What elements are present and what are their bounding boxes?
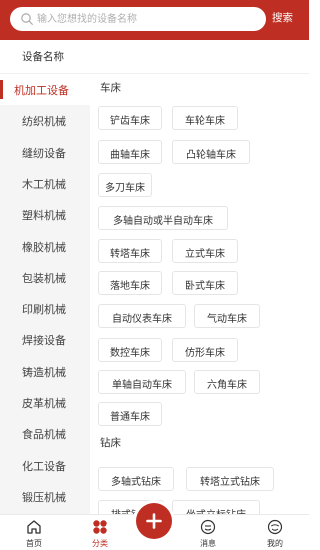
equipment-tag[interactable]: 立式车床 (172, 239, 238, 263)
equipment-tag-label: 凸轮轴车床 (186, 150, 236, 161)
tab-category[interactable]: 分类 (70, 515, 130, 550)
equipment-tag[interactable]: 铲齿车床 (98, 106, 162, 130)
equipment-tag-label: 仿形车床 (185, 348, 225, 359)
sidebar-item-label: 纺织机械 (22, 115, 66, 129)
tab-profile[interactable]: 我的 (245, 515, 305, 550)
search-header: 搜索 (0, 0, 309, 40)
equipment-tag-label: 转塔立式钻床 (200, 477, 260, 488)
sidebar-item[interactable]: 纺织机械 (0, 105, 90, 136)
equipment-tag-label: 转塔车床 (110, 249, 150, 260)
sidebar-item[interactable]: 印刷机械 (0, 293, 90, 324)
sidebar-item-label: 木工机械 (22, 177, 66, 191)
equipment-tag[interactable]: 六角车床 (194, 370, 260, 394)
equipment-tag-label: 普通车床 (110, 412, 150, 423)
sidebar-item[interactable]: 铸造机械 (0, 356, 90, 387)
equipment-tag[interactable]: 多轴自动或半自动车床 (98, 206, 228, 230)
sidebar-item[interactable]: 焊接设备 (0, 324, 90, 355)
equipment-tag[interactable]: 曲轴车床 (98, 140, 162, 164)
sidebar-item-label: 锻压机械 (22, 490, 66, 504)
sidebar-item[interactable]: 木工机械 (0, 168, 90, 199)
equipment-tag[interactable]: 凸轮轴车床 (172, 140, 250, 164)
tab-message-label: 消息 (200, 539, 216, 548)
sidebar-item[interactable]: 包装机械 (0, 262, 90, 293)
tab-home[interactable]: 首页 (4, 515, 64, 550)
tab-category-label: 分类 (92, 539, 108, 548)
equipment-tag-label: 自动仪表车床 (112, 314, 172, 325)
equipment-tag-label: 气动车床 (207, 314, 247, 325)
equipment-tag-label: 车轮车床 (185, 116, 225, 127)
search-icon (21, 13, 33, 25)
equipment-tag-label: 坐式立标钻床 (173, 506, 259, 514)
sidebar-item-label: 化工设备 (22, 459, 66, 473)
sidebar-item-label: 机加工设备 (14, 84, 69, 97)
equipment-tag[interactable]: 落地车床 (98, 271, 162, 295)
sidebar-item[interactable]: 机加工设备 (0, 74, 90, 105)
equipment-tag-label: 单轴自动车床 (112, 380, 172, 391)
equipment-tag-label: 卧式车床 (185, 281, 225, 292)
section-title-bar: 设备名称 (0, 40, 309, 74)
sidebar-item[interactable]: 食品机械 (0, 418, 90, 449)
equipment-tag-label: 六角车床 (207, 380, 247, 391)
category-sidebar: 机加工设备纺织机械缝纫设备木工机械塑料机械橡胶机械包装机械印刷机械焊接设备铸造机… (0, 74, 90, 514)
sidebar-item-label: 皮革机械 (22, 397, 66, 410)
sidebar-item-label: 印刷机械 (22, 303, 66, 317)
sidebar-item-label: 食品机械 (22, 428, 66, 442)
home-icon (27, 520, 41, 534)
equipment-tag[interactable]: 多刀车床 (98, 173, 152, 197)
equipment-tag-label: 曲轴车床 (110, 150, 150, 161)
sidebar-item-label: 塑料机械 (22, 209, 66, 223)
tab-home-label: 首页 (26, 539, 42, 548)
sidebar-item[interactable]: 皮革机械 (0, 387, 90, 418)
search-box[interactable] (10, 7, 266, 31)
category-title: 钻床 (100, 437, 121, 449)
equipment-tag[interactable]: 单轴自动车床 (98, 370, 186, 394)
tab-message[interactable]: 消息 (178, 515, 238, 550)
search-input[interactable] (37, 7, 257, 31)
sidebar-item-label: 包装机械 (22, 271, 66, 285)
equipment-tag[interactable]: 多轴式钻床 (98, 467, 174, 491)
equipment-tag[interactable]: 车轮车床 (172, 106, 238, 130)
sidebar-item-label: 铸造机械 (22, 365, 66, 379)
plus-icon (146, 513, 162, 529)
sidebar-item[interactable]: 锻压机械 (0, 481, 90, 512)
equipment-tag-label: 多刀车床 (105, 183, 145, 194)
equipment-tag[interactable]: 自动仪表车床 (98, 304, 186, 328)
equipment-tag-label: 多轴自动或半自动车床 (113, 216, 213, 227)
equipment-tag[interactable]: 气动车床 (194, 304, 260, 328)
equipment-tag-label: 多轴式钻床 (111, 477, 161, 488)
message-icon (200, 519, 216, 535)
sidebar-item[interactable]: 橡胶机械 (0, 231, 90, 262)
category-icon (93, 520, 107, 534)
profile-icon (267, 519, 283, 535)
sidebar-item[interactable]: 缝纫设备 (0, 137, 90, 168)
sidebar-item[interactable]: 塑料机械 (0, 199, 90, 230)
equipment-tag[interactable]: 数控车床 (98, 338, 162, 362)
equipment-tag[interactable]: 转塔车床 (98, 239, 162, 263)
tab-profile-label: 我的 (267, 539, 283, 548)
sidebar-item-label: 橡胶机械 (22, 240, 66, 254)
equipment-tag-label: 数控车床 (110, 348, 150, 359)
sidebar-item[interactable]: 化工设备 (0, 450, 90, 481)
sidebar-item-label: 焊接设备 (22, 334, 66, 348)
equipment-tag-label: 铲齿车床 (110, 116, 150, 127)
equipment-tag[interactable]: 坐式立标钻床 (172, 500, 260, 514)
sidebar-item-label: 缝纫设备 (22, 146, 66, 160)
equipment-tag-label: 立式车床 (185, 249, 225, 260)
category-content: 车床铲齿车床 车轮车床曲轴车床 凸轮轴车床多刀车床多轴自动或半自动车床 转塔车床 立式车… (90, 74, 309, 514)
equipment-tag[interactable]: 仿形车床 (172, 338, 238, 362)
equipment-tag[interactable]: 转塔立式钻床 (186, 467, 274, 491)
publish-button[interactable] (136, 503, 172, 539)
search-button[interactable]: 搜索 (272, 10, 293, 25)
category-title: 车床 (100, 82, 121, 94)
equipment-tag-label: 落地车床 (110, 281, 150, 292)
equipment-tag[interactable]: 卧式车床 (172, 271, 238, 295)
equipment-tag[interactable]: 普通车床 (98, 402, 162, 426)
section-title: 设备名称 (22, 51, 64, 63)
